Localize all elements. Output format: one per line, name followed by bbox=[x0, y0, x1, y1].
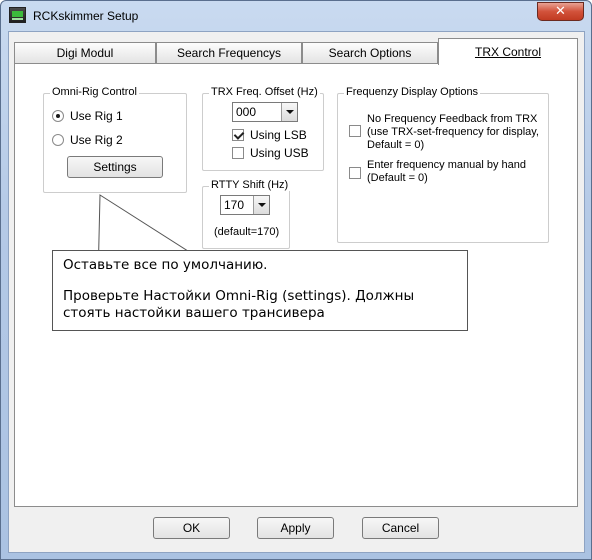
callout-line-3: стоять настойки вашего трансивера bbox=[63, 305, 325, 321]
annotation-callout: Оставьте все по умолчанию. Проверьте Нас… bbox=[52, 250, 468, 331]
callout-line-2: Проверьте Настойки Omni-Rig (settings). … bbox=[63, 288, 415, 304]
tab-trx-control[interactable]: TRX Control bbox=[438, 38, 578, 65]
callout-line-1: Оставьте все по умолчанию. bbox=[63, 257, 268, 273]
tab-label: TRX Control bbox=[474, 45, 542, 59]
